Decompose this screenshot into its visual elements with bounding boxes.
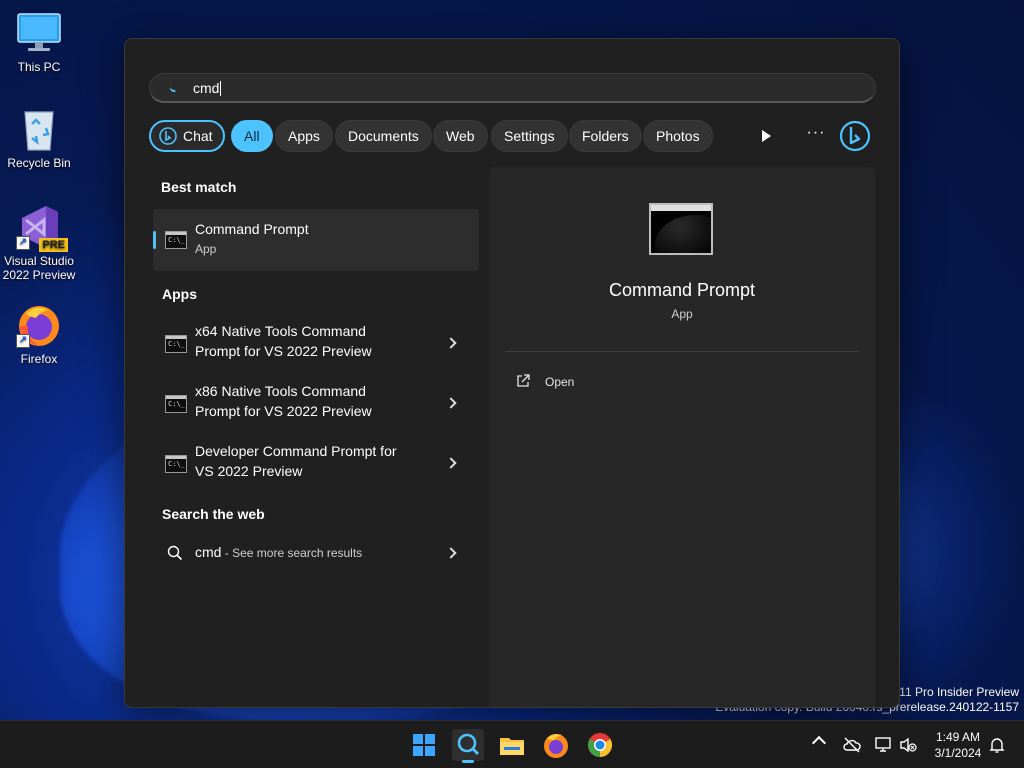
web-search-query: cmd	[195, 544, 222, 560]
preview-subtitle: App	[671, 307, 693, 321]
web-search-suffix: - See more search results	[221, 546, 363, 560]
filter-folders-label: Folders	[582, 128, 629, 144]
clock-time: 1:49 AM	[935, 730, 981, 744]
command-prompt-icon: C:\_	[165, 231, 187, 249]
desktop-icon-recycle-bin[interactable]: Recycle Bin	[0, 106, 78, 170]
more-filters-play-button[interactable]	[753, 123, 779, 149]
taskbar-file-explorer[interactable]	[496, 729, 528, 761]
filter-documents-tab[interactable]: Documents	[335, 120, 432, 152]
filter-folders-tab[interactable]: Folders	[569, 120, 642, 152]
open-action-label: Open	[545, 375, 575, 389]
filter-settings-tab[interactable]: Settings	[491, 120, 568, 152]
chevron-right-icon[interactable]	[445, 337, 457, 349]
filter-chat-button[interactable]: Chat	[149, 120, 225, 152]
notification-bell-icon[interactable]	[988, 736, 1006, 754]
bing-chat-icon	[159, 126, 177, 154]
desktop-icon-this-pc[interactable]: This PC	[0, 10, 78, 74]
command-prompt-large-icon	[649, 203, 713, 255]
chevron-right-icon[interactable]	[445, 397, 457, 409]
open-external-icon	[517, 374, 530, 387]
search-query: cmd	[193, 80, 220, 96]
text-caret	[220, 81, 222, 96]
best-match-item[interactable]: C:\_ Command Prompt App	[153, 209, 479, 271]
more-options-label: ···	[806, 124, 826, 141]
chevron-right-icon[interactable]	[445, 547, 457, 559]
desktop-icon-label: Firefox	[20, 352, 58, 366]
filter-all-tab[interactable]: All	[231, 120, 273, 152]
filter-all-label: All	[244, 128, 260, 144]
taskbar: 1:49 AM 3/1/2024	[0, 720, 1024, 768]
filter-web-tab[interactable]: Web	[433, 120, 488, 152]
shortcut-arrow-icon: ↗	[16, 236, 30, 250]
app-result-line2: Prompt for VS 2022 Preview	[195, 403, 372, 419]
chrome-icon	[587, 733, 613, 757]
best-match-subtitle: App	[195, 242, 217, 256]
result-preview-pane: Command Prompt App Open	[489, 167, 875, 707]
search-icon	[457, 733, 480, 756]
preview-title: Command Prompt	[608, 280, 756, 300]
web-search-item[interactable]: cmd - See more search results	[153, 533, 479, 573]
filter-settings-label: Settings	[504, 128, 555, 144]
firefox-icon	[544, 734, 568, 758]
desktop-icon-firefox[interactable]: ↗ Firefox	[0, 302, 78, 366]
taskbar-chrome[interactable]	[584, 729, 616, 761]
desktop-icon-label-line2: 2022 Preview	[2, 268, 76, 282]
filter-photos-label: Photos	[656, 128, 700, 144]
app-result-line1: x64 Native Tools Command	[195, 323, 366, 339]
app-result-line2: Prompt for VS 2022 Preview	[195, 343, 372, 359]
app-result-line1: x86 Native Tools Command	[195, 383, 366, 399]
start-button[interactable]	[408, 729, 440, 761]
app-result-item[interactable]: C:\_ Developer Command Prompt for VS 202…	[153, 435, 479, 491]
best-match-heading: Best match	[161, 179, 237, 195]
shortcut-arrow-icon: ↗	[16, 334, 30, 348]
best-match-title: Command Prompt	[195, 221, 309, 237]
pre-badge: PRE	[39, 238, 68, 252]
search-web-heading: Search the web	[162, 506, 265, 522]
clock-date: 3/1/2024	[934, 746, 982, 760]
desktop-icon-label-line1: Visual Studio	[4, 254, 74, 268]
preview-divider	[505, 351, 859, 352]
show-hidden-icons-button[interactable]	[811, 735, 827, 751]
app-result-line2: VS 2022 Preview	[195, 463, 303, 479]
bing-button[interactable]	[839, 120, 871, 152]
windows-logo-icon	[413, 734, 435, 756]
clock[interactable]: 1:49 AM 3/1/2024	[928, 729, 988, 761]
cloud-offline-icon[interactable]	[842, 735, 862, 755]
app-result-item[interactable]: C:\_ x64 Native Tools Command Prompt for…	[153, 315, 479, 371]
taskbar-firefox[interactable]	[540, 729, 572, 761]
loading-spinner-icon	[168, 82, 180, 94]
app-result-line1: Developer Command Prompt for	[195, 443, 397, 459]
desktop-icon-label: Recycle Bin	[7, 156, 71, 170]
search-input[interactable]: cmd	[149, 73, 876, 103]
app-result-item[interactable]: C:\_ x86 Native Tools Command Prompt for…	[153, 375, 479, 431]
filter-documents-label: Documents	[348, 128, 419, 144]
search-panel: cmd Chat All Apps Documents Web Settings…	[124, 38, 900, 708]
filter-chat-label: Chat	[183, 128, 213, 144]
command-prompt-icon: C:\_	[165, 455, 187, 473]
visual-studio-icon: PRE ↗	[16, 204, 68, 252]
bing-icon	[839, 120, 871, 152]
search-icon	[167, 545, 183, 561]
taskbar-search-button[interactable]	[452, 729, 484, 763]
play-icon	[762, 130, 771, 142]
desktop-icon-visual-studio[interactable]: PRE ↗ Visual Studio 2022 Preview	[0, 204, 78, 282]
command-prompt-icon: C:\_	[165, 395, 187, 413]
recycle-bin-icon	[16, 106, 62, 152]
firefox-icon: ↗	[16, 302, 62, 348]
network-icon[interactable]	[874, 735, 894, 755]
chevron-right-icon[interactable]	[445, 457, 457, 469]
monitor-icon	[16, 10, 62, 56]
desktop-icon-label: This PC	[17, 60, 61, 74]
apps-heading: Apps	[162, 286, 197, 302]
volume-muted-icon[interactable]	[898, 735, 918, 755]
filter-apps-tab[interactable]: Apps	[275, 120, 333, 152]
filter-photos-tab[interactable]: Photos	[643, 120, 713, 152]
folder-icon	[500, 738, 524, 755]
more-options-button[interactable]: ···	[803, 123, 829, 149]
command-prompt-icon: C:\_	[165, 335, 187, 353]
filter-web-label: Web	[446, 128, 475, 144]
filter-apps-label: Apps	[288, 128, 320, 144]
selection-indicator	[153, 231, 156, 249]
